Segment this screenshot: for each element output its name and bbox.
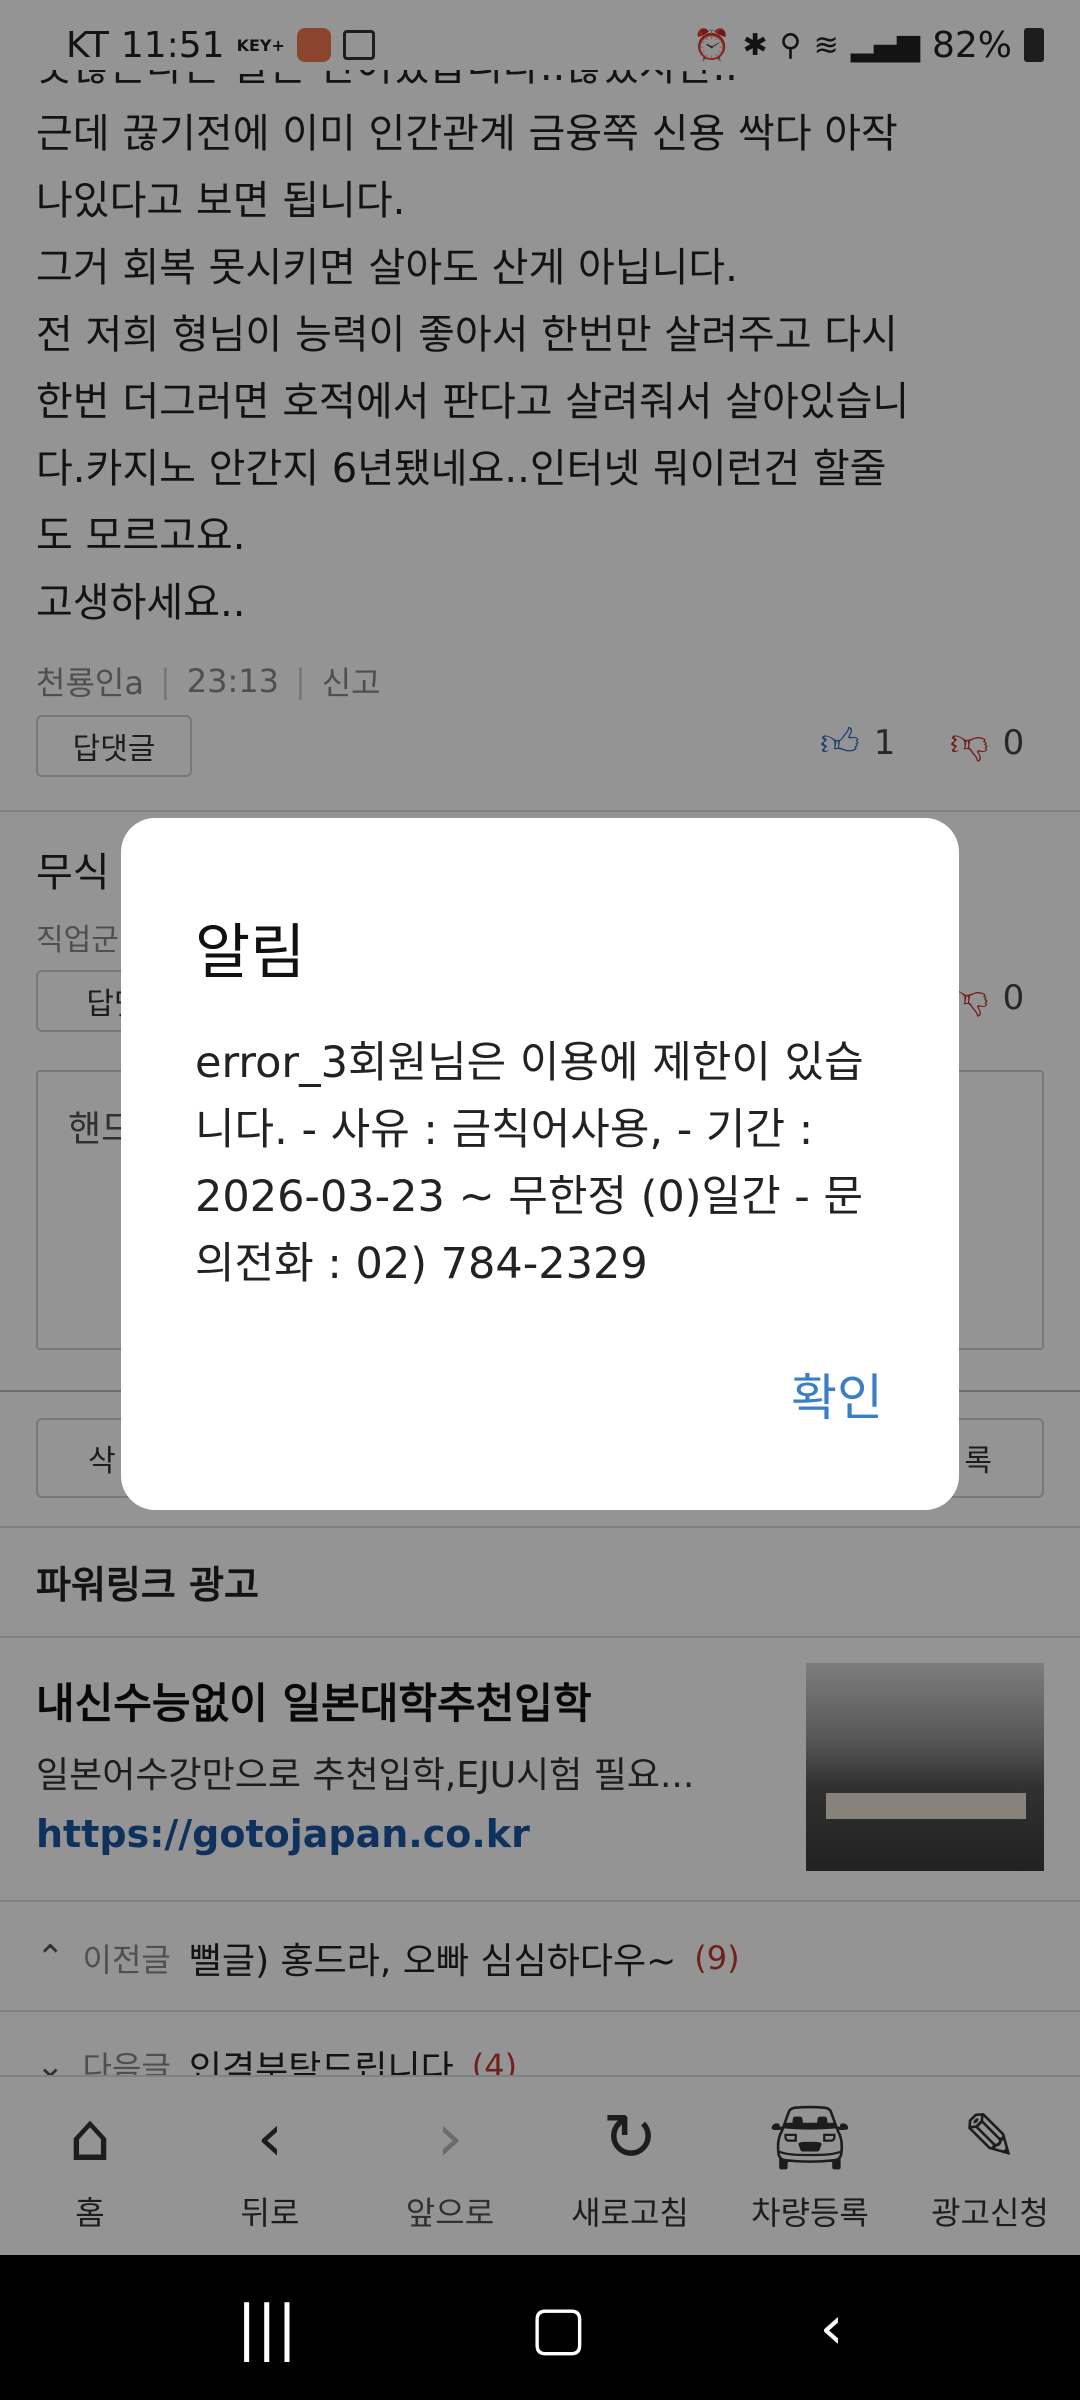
home-circle-icon[interactable]: ▢: [530, 2293, 587, 2363]
dialog-message: error_3회원님은 이용에 제한이 있습니다. - 사유 : 금칙어사용, …: [195, 1038, 864, 1289]
system-navigation-bar: ||| ▢ ‹: [0, 2255, 1080, 2400]
alert-dialog: 알림 error_3회원님은 이용에 제한이 있습니다. - 사유 : 금칙어사…: [121, 818, 959, 1510]
recent-apps-icon[interactable]: |||: [236, 2293, 297, 2363]
confirm-button[interactable]: 확인: [791, 1358, 883, 1430]
system-back-icon[interactable]: ‹: [820, 2293, 844, 2363]
dialog-title: 알림: [195, 918, 306, 988]
